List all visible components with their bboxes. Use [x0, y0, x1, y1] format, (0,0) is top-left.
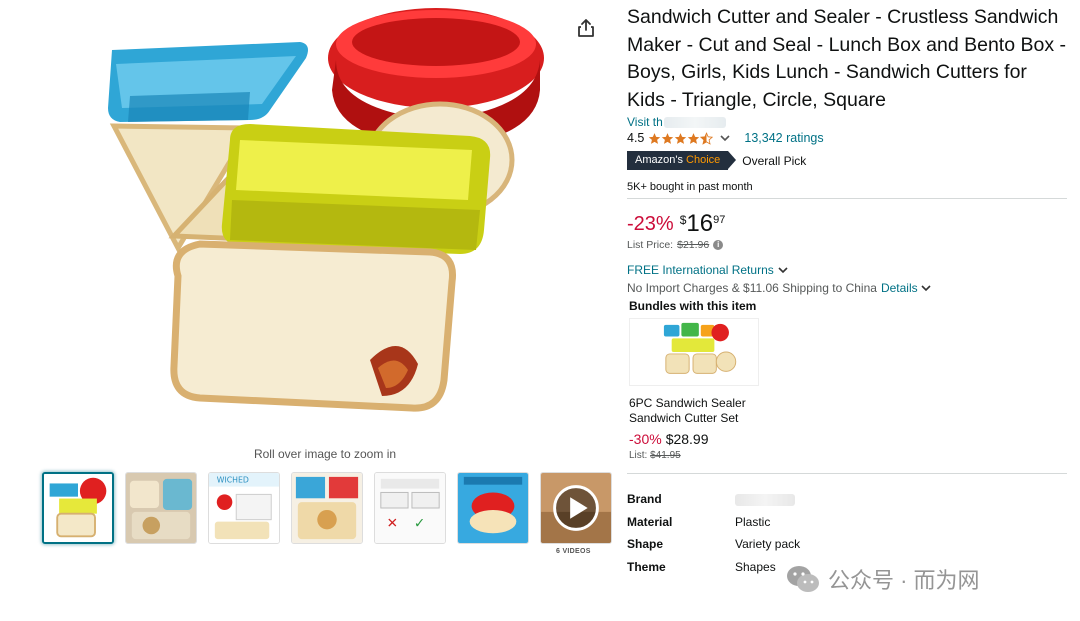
- import-charges-row: No Import Charges & $11.06 Shipping to C…: [627, 281, 1067, 295]
- overall-pick-label: Overall Pick: [742, 153, 807, 168]
- spec-key: Theme: [627, 559, 666, 574]
- share-icon[interactable]: [576, 18, 596, 38]
- price-symbol: $: [679, 213, 687, 227]
- list-price-label: List Price:: [627, 239, 674, 251]
- blue-triangle-cutter: [108, 42, 308, 122]
- svg-text:WICHED: WICHED: [217, 476, 249, 485]
- redacted-store-name: [663, 116, 726, 128]
- thumbnail-5[interactable]: ✕ ✓: [374, 472, 446, 544]
- price-fraction: 97: [713, 214, 726, 226]
- rating-value: 4.5: [627, 131, 645, 145]
- watermark-text: 公众号 · 而为网: [828, 568, 980, 593]
- spec-key: Material: [627, 514, 673, 529]
- wechat-icon: [787, 566, 819, 592]
- divider: [627, 473, 1067, 474]
- spec-key: Shape: [627, 537, 664, 552]
- list-price-row: List Price: $21.96 i: [627, 239, 1067, 251]
- details-link[interactable]: Details: [881, 281, 918, 295]
- bundle-list-price: List: $41.95: [629, 450, 1067, 461]
- chevron-down-icon[interactable]: [778, 266, 788, 274]
- badge-row: Amazon's Choice Overall Pick: [627, 151, 1067, 170]
- bundle-list-value: $41.95: [650, 450, 681, 461]
- redacted-brand: [735, 494, 795, 507]
- chevron-down-icon[interactable]: [720, 134, 730, 142]
- rating-row: 4.5 13,342 ratings: [627, 131, 1067, 145]
- zoom-hint: Roll over image to zoom in: [253, 447, 397, 461]
- spec-row-brand: Brand: [627, 488, 1067, 511]
- spec-value: [735, 492, 795, 507]
- thumbnail-video[interactable]: [540, 472, 612, 544]
- spec-value: Plastic: [735, 514, 771, 529]
- store-link-text[interactable]: Visit th: [627, 115, 663, 129]
- store-link[interactable]: Visit th: [627, 115, 1067, 129]
- svg-text:✓: ✓: [414, 515, 425, 531]
- thumbnail-1[interactable]: [42, 472, 114, 544]
- list-price-value: $21.96: [677, 239, 710, 251]
- bundles-title: Bundles with this item: [629, 299, 757, 313]
- star-rating-icon[interactable]: [648, 131, 714, 145]
- yellow-square-cutter: [221, 124, 491, 254]
- thumbnail-3[interactable]: WICHED: [208, 472, 280, 544]
- spec-row-material: Material Plastic: [627, 511, 1067, 534]
- product-info-panel: Sandwich Cutter and Sealer - Crustless S…: [627, 0, 1067, 578]
- watermark: 公众号 · 而为网: [786, 563, 980, 595]
- bundle-image[interactable]: [629, 318, 759, 386]
- main-product-image[interactable]: [100, 0, 560, 440]
- divider: [627, 198, 1067, 199]
- bundle-list-label: List:: [629, 450, 648, 461]
- chevron-down-icon[interactable]: [921, 284, 931, 292]
- thumbnail-strip: WICHED ✕ ✓: [42, 472, 623, 544]
- discount-percent: -23%: [627, 213, 674, 235]
- bundle-price: $28.99: [665, 431, 709, 447]
- bundle-price-row: -30% $28.99: [629, 431, 1067, 447]
- returns-text[interactable]: FREE International Returns: [627, 263, 774, 277]
- product-title: Sandwich Cutter and Sealer - Crustless S…: [627, 6, 1066, 111]
- spec-key: Brand: [627, 492, 662, 507]
- price-row: -23% $ 16 97: [627, 211, 1067, 237]
- videos-count-label: 6 VIDEOS: [556, 548, 591, 555]
- bundle-name-link[interactable]: 6PC Sandwich Sealer Sandwich Cutter Set: [629, 396, 759, 426]
- spec-row-shape: Shape Variety pack: [627, 533, 1067, 556]
- bundle-discount: -30%: [629, 431, 662, 447]
- spec-value: Shapes: [735, 559, 776, 574]
- returns-link[interactable]: FREE International Returns: [627, 263, 1067, 277]
- price-whole: 16: [686, 210, 714, 237]
- svg-text:✕: ✕: [387, 515, 398, 531]
- ratings-count-link[interactable]: 13,342 ratings: [744, 131, 823, 145]
- badge-main-text: Amazon's: [635, 154, 683, 166]
- bought-past-month: 5K+ bought in past month: [627, 181, 753, 193]
- thumbnail-4[interactable]: [291, 472, 363, 544]
- import-charges-text: No Import Charges & $11.06 Shipping to C…: [627, 281, 877, 295]
- thumbnail-6[interactable]: [457, 472, 529, 544]
- thumbnail-2[interactable]: [125, 472, 197, 544]
- info-icon[interactable]: i: [713, 240, 724, 250]
- badge-accent-text: Choice: [686, 154, 721, 166]
- spec-value: Variety pack: [735, 537, 801, 552]
- amazons-choice-badge[interactable]: Amazon's Choice: [627, 151, 737, 170]
